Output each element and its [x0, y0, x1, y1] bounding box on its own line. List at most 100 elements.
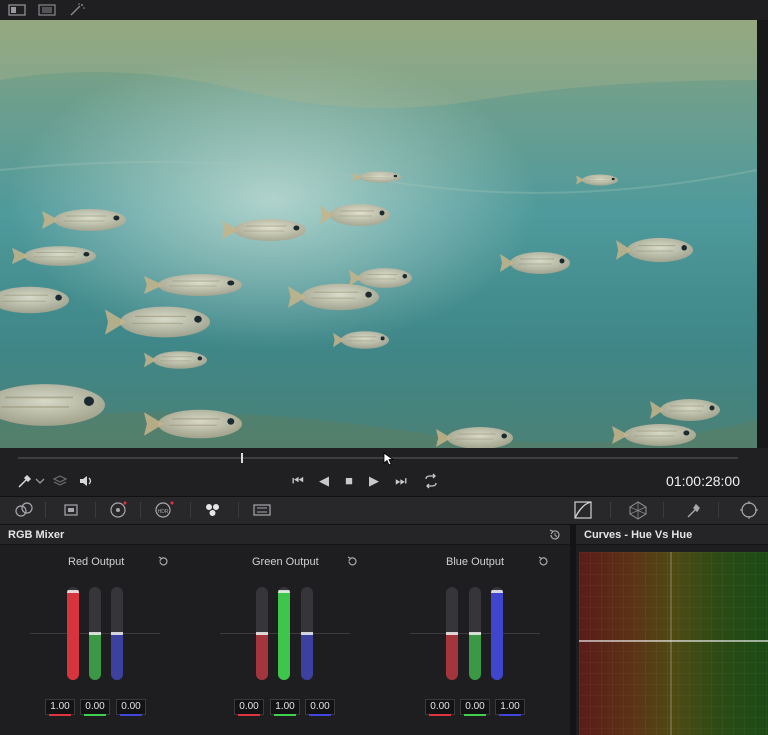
toolbar-divider — [140, 502, 141, 518]
hue-vs-hue-graph[interactable] — [579, 552, 768, 735]
reset-all-icon[interactable] — [548, 528, 562, 542]
reset-icon[interactable] — [537, 555, 550, 568]
mouse-cursor-icon — [383, 452, 395, 466]
play-icon: ▶ — [369, 473, 379, 488]
toolbar-divider — [45, 502, 46, 518]
slider-fill — [89, 633, 101, 680]
camera-raw-icon[interactable] — [13, 500, 35, 520]
slider-fill — [111, 633, 123, 680]
slider-handle[interactable] — [491, 590, 503, 593]
red-output-green-slider[interactable] — [89, 587, 101, 680]
green-output-red-value[interactable]: 0.00 — [234, 699, 264, 715]
toolbar-divider — [610, 502, 611, 518]
play-reverse-button[interactable]: ◀ — [315, 472, 333, 490]
blue-output-green-slider[interactable] — [469, 587, 481, 680]
green-output-label: Green Output — [252, 556, 319, 568]
slider-handle[interactable] — [111, 632, 123, 635]
green-output-blue-slider[interactable] — [301, 587, 313, 680]
stop-button[interactable]: ■ — [340, 472, 358, 490]
viewer-layout-icon[interactable] — [8, 3, 26, 17]
reset-icon[interactable] — [346, 555, 359, 568]
toolbar-divider — [663, 502, 664, 518]
window-icon[interactable] — [738, 500, 760, 520]
play-button[interactable]: ▶ — [365, 472, 383, 490]
blue-output-red-slider[interactable] — [446, 587, 458, 680]
slider-fill — [301, 633, 313, 680]
green-output-blue-value[interactable]: 0.00 — [305, 699, 335, 715]
red-output-green-value[interactable]: 0.00 — [80, 699, 110, 715]
channel-color-underline — [429, 714, 451, 716]
playhead[interactable] — [241, 453, 243, 463]
viewer-frame-image — [0, 20, 757, 448]
viewer-toolbar — [0, 0, 768, 20]
skip-end-button[interactable]: ⏭ — [392, 472, 410, 490]
channel-color-underline — [84, 714, 106, 716]
slider-fill — [256, 633, 268, 680]
timeline-scrubber[interactable] — [18, 457, 738, 459]
skip-start-button[interactable]: ⏮ — [289, 472, 307, 490]
toolbar-divider — [190, 502, 191, 518]
svg-text:HDR: HDR — [158, 509, 169, 515]
channel-color-underline — [238, 714, 260, 716]
slider-fill — [446, 633, 458, 680]
play-reverse-icon: ◀ — [319, 473, 329, 488]
blue-output-label: Blue Output — [446, 556, 505, 568]
color-wheels-icon[interactable] — [107, 500, 129, 520]
red-output-red-slider[interactable] — [67, 587, 79, 680]
timecode-display: 01:00:28:00 — [666, 473, 740, 489]
channel-color-underline — [464, 714, 486, 716]
magic-wand-icon[interactable] — [68, 3, 86, 17]
hdr-icon[interactable]: HDR — [153, 500, 175, 520]
channel-color-underline — [120, 714, 142, 716]
slider-handle[interactable] — [67, 590, 79, 593]
curves-icon[interactable] — [572, 500, 594, 520]
color-match-icon[interactable] — [60, 500, 82, 520]
red-output-blue-value[interactable]: 0.00 — [116, 699, 146, 715]
green-output-red-slider[interactable] — [256, 587, 268, 680]
slider-handle[interactable] — [278, 590, 290, 593]
slider-handle[interactable] — [301, 632, 313, 635]
slider-handle[interactable] — [256, 632, 268, 635]
red-output-red-value[interactable]: 1.00 — [45, 699, 75, 715]
panel-title: Curves - Hue Vs Hue — [584, 529, 693, 541]
rgb-mixer-icon[interactable] — [202, 500, 224, 520]
qualifier-icon[interactable] — [683, 500, 705, 520]
slider-fill — [67, 591, 79, 680]
color-warper-icon[interactable] — [627, 500, 649, 520]
slider-fill — [491, 591, 503, 680]
panel-title: RGB Mixer — [8, 529, 65, 541]
video-viewer[interactable] — [0, 20, 757, 448]
skip-start-icon: ⏮ — [292, 473, 304, 488]
red-output-blue-slider[interactable] — [111, 587, 123, 680]
channel-color-underline — [499, 714, 521, 716]
blue-output-red-value[interactable]: 0.00 — [425, 699, 455, 715]
speaker-icon[interactable] — [78, 473, 96, 489]
toolbar-divider — [238, 502, 239, 518]
channel-color-underline — [309, 714, 331, 716]
blue-output-blue-value[interactable]: 1.00 — [495, 699, 525, 715]
rgb-mixer-header — [0, 525, 570, 545]
slider-handle[interactable] — [89, 632, 101, 635]
slider-handle[interactable] — [469, 632, 481, 635]
layers-icon[interactable] — [52, 473, 68, 489]
slider-fill — [469, 633, 481, 680]
toolbar-divider — [95, 502, 96, 518]
green-output-green-value[interactable]: 1.00 — [270, 699, 300, 715]
channel-color-underline — [49, 714, 71, 716]
slider-handle[interactable] — [446, 632, 458, 635]
motion-effects-icon[interactable] — [251, 500, 273, 520]
toolbar-divider — [718, 502, 719, 518]
blue-output-blue-slider[interactable] — [491, 587, 503, 680]
split-view-icon[interactable] — [38, 3, 56, 17]
blue-output-green-value[interactable]: 0.00 — [460, 699, 490, 715]
skip-end-icon: ⏭ — [395, 473, 407, 488]
eyedropper-icon[interactable] — [17, 473, 33, 489]
slider-fill — [278, 591, 290, 680]
red-output-label: Red Output — [68, 556, 125, 568]
chevron-down-icon[interactable] — [35, 477, 45, 485]
channel-color-underline — [274, 714, 296, 716]
loop-icon[interactable] — [422, 473, 440, 489]
reset-icon[interactable] — [157, 555, 170, 568]
green-output-green-slider[interactable] — [278, 587, 290, 680]
stop-icon: ■ — [345, 473, 353, 488]
